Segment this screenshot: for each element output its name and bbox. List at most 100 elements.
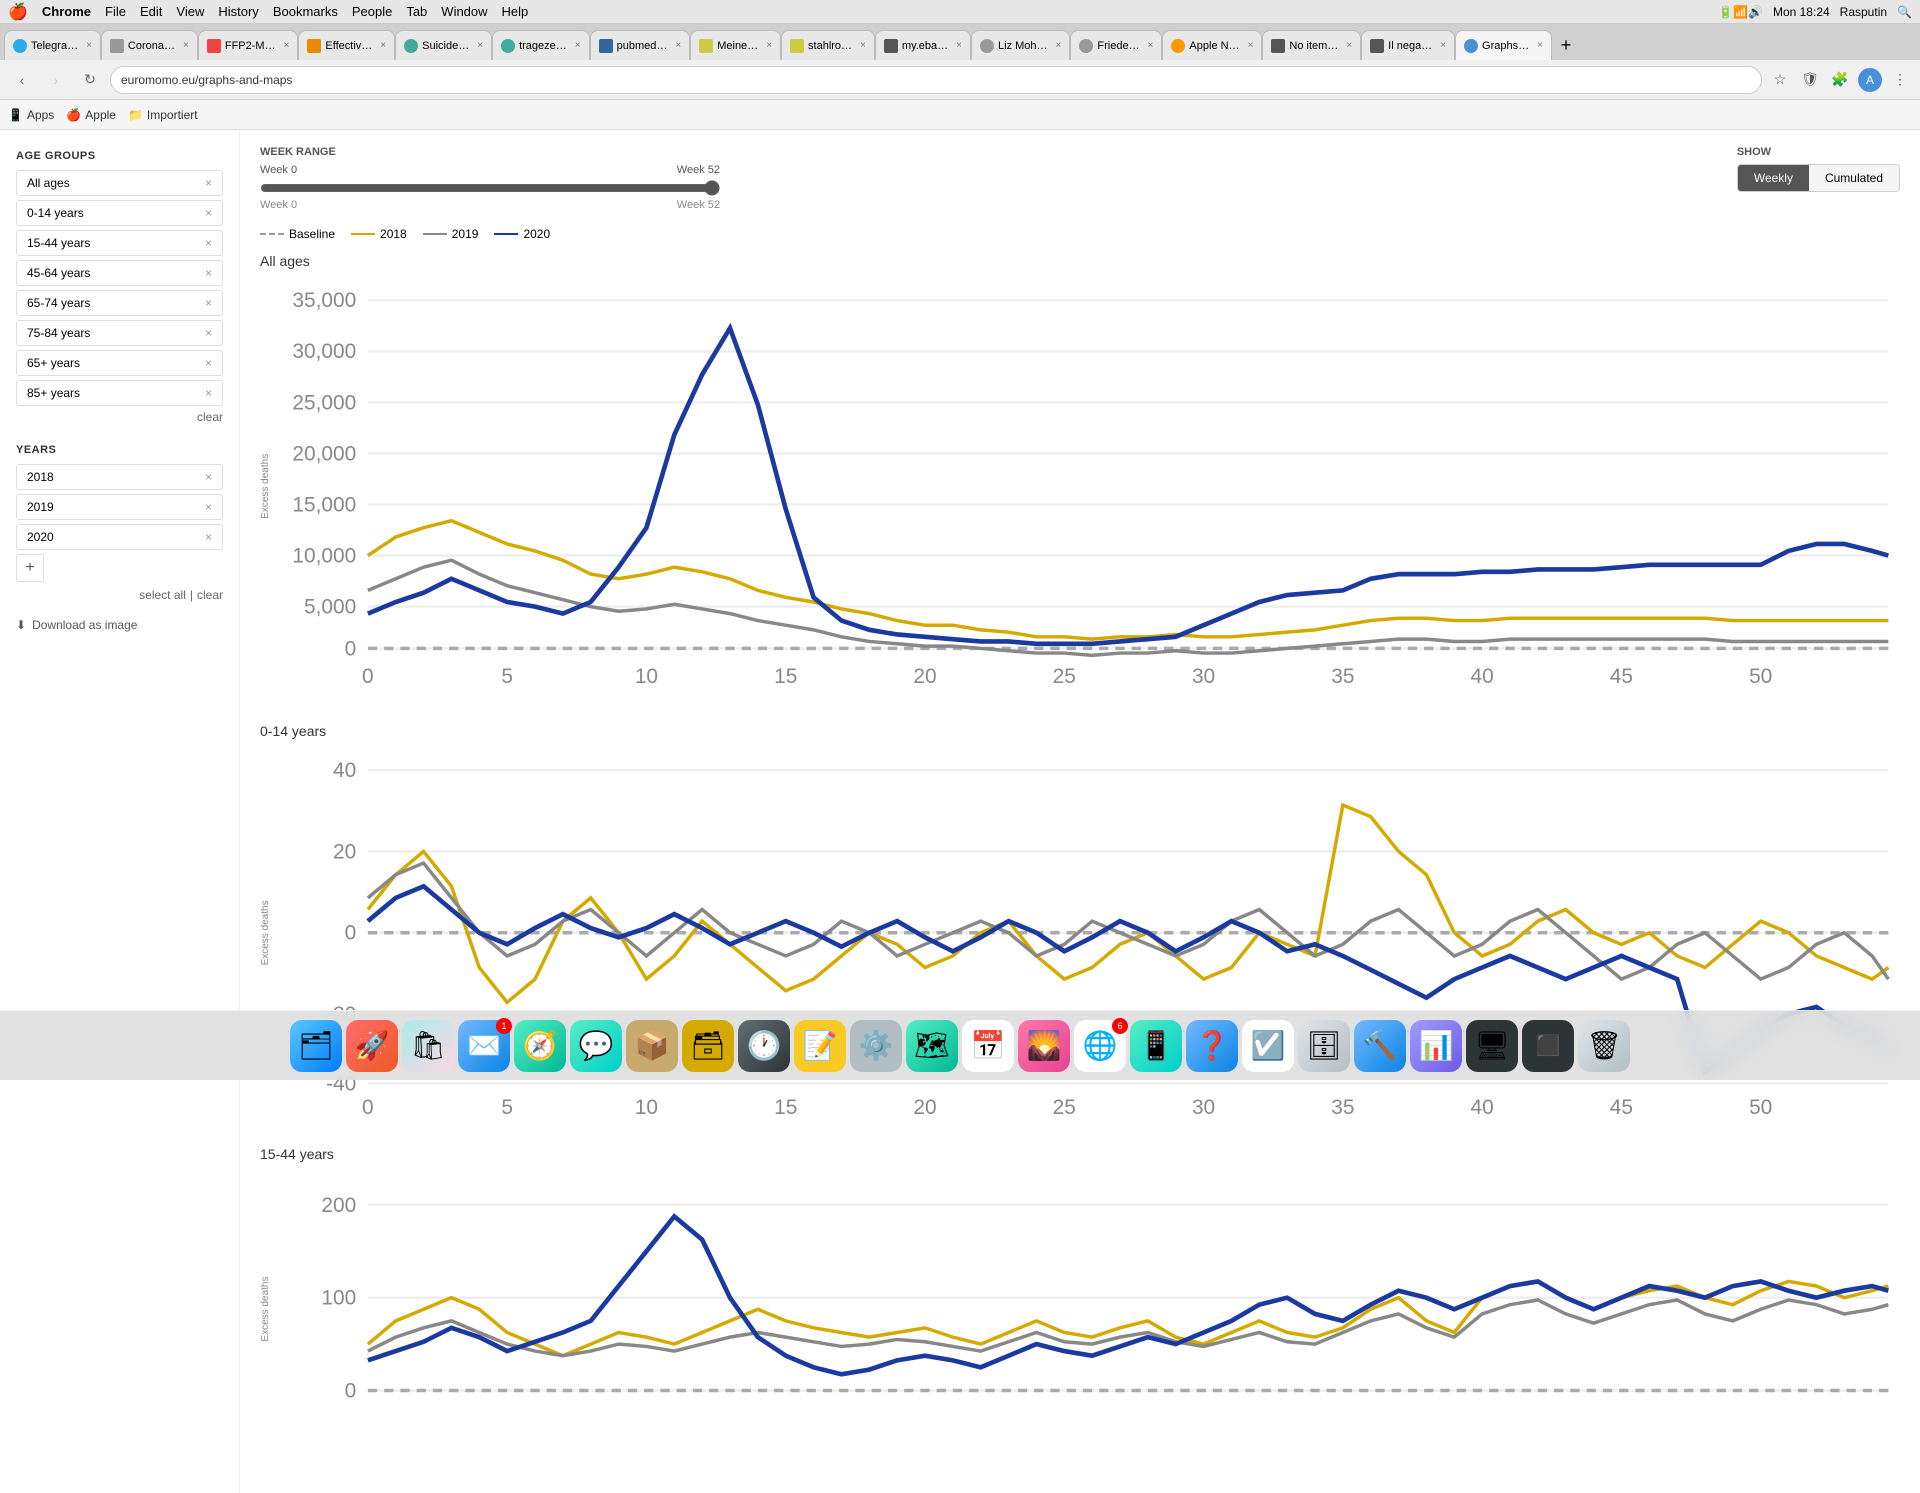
menu-file[interactable]: File (105, 4, 126, 19)
tab-t9[interactable]: stahlro…× (781, 30, 875, 60)
dock-messages[interactable]: 💬 (570, 1020, 622, 1072)
menu-edit[interactable]: Edit (140, 4, 162, 19)
tab-t11[interactable]: Liz Moh…× (971, 30, 1070, 60)
menu-history[interactable]: History (218, 4, 258, 19)
tab-t14[interactable]: No item…× (1262, 30, 1361, 60)
dock-basket[interactable]: 🗃 (682, 1020, 734, 1072)
year-2019[interactable]: 2019 × (16, 494, 223, 520)
menu-dots-icon[interactable]: ⋮ (1888, 68, 1912, 92)
dock-calendar[interactable]: 📅 (962, 1020, 1014, 1072)
menu-help[interactable]: Help (502, 4, 529, 19)
age-filter-all-ages[interactable]: All ages × (16, 170, 223, 196)
dock-help[interactable]: ❓ (1186, 1020, 1238, 1072)
search-icon[interactable]: 🔍 (1897, 5, 1912, 19)
dock-chrome[interactable]: 🌐 6 (1074, 1020, 1126, 1072)
tab-t12[interactable]: Friede…× (1070, 30, 1162, 60)
age-filter-85-plus[interactable]: 85+ years × (16, 380, 223, 406)
slider-max-label: Week 52 (677, 199, 720, 211)
age-filter-65-plus-remove[interactable]: × (205, 356, 212, 370)
profile-icon[interactable]: A (1858, 68, 1882, 92)
menu-window[interactable]: Window (441, 4, 487, 19)
toggle-cumulated[interactable]: Cumulated (1809, 165, 1899, 191)
year-2018[interactable]: 2018 × (16, 464, 223, 490)
year-2018-text: 2018 (27, 470, 54, 484)
dock-mail[interactable]: ✉️ 1 (458, 1020, 510, 1072)
years-clear-link[interactable]: clear (197, 588, 223, 602)
tab-t1[interactable]: Telegra…× (4, 30, 101, 60)
dock-screen-share[interactable]: 🖥 (1466, 1020, 1518, 1072)
dock-time-machine[interactable]: 🕐 (738, 1020, 790, 1072)
dock-reminders[interactable]: ☑️ (1242, 1020, 1294, 1072)
menu-chrome[interactable]: Chrome (42, 4, 91, 19)
dock-safari[interactable]: 🧭 (514, 1020, 566, 1072)
username: Rasputin (1840, 5, 1887, 19)
dock-launchpad[interactable]: 🚀 (346, 1020, 398, 1072)
age-filter-75-84[interactable]: 75-84 years × (16, 320, 223, 346)
age-filter-0-14-remove[interactable]: × (205, 206, 212, 220)
year-2020-remove[interactable]: × (205, 530, 212, 544)
bookmark-star-icon[interactable]: ☆ (1768, 68, 1792, 92)
select-all-link[interactable]: select all (139, 588, 186, 602)
add-year-button[interactable]: + (16, 554, 44, 582)
dock-files[interactable]: 🗄 (1298, 1020, 1350, 1072)
age-filter-65-74[interactable]: 65-74 years × (16, 290, 223, 316)
menu-people[interactable]: People (352, 4, 392, 19)
tab-t13[interactable]: Apple N…× (1162, 30, 1262, 60)
age-filter-45-64[interactable]: 45-64 years × (16, 260, 223, 286)
dock-xcode[interactable]: 🔨 (1354, 1020, 1406, 1072)
new-tab-button[interactable]: + (1552, 30, 1580, 60)
tab-t6[interactable]: trageze…× (492, 30, 590, 60)
age-filter-15-44[interactable]: 15-44 years × (16, 230, 223, 256)
year-2018-remove[interactable]: × (205, 470, 212, 484)
dock-notes[interactable]: 📝 (794, 1020, 846, 1072)
dock-maps[interactable]: 🗺 (906, 1020, 958, 1072)
tab-t4[interactable]: Effectiv…× (298, 30, 395, 60)
age-filter-85-plus-remove[interactable]: × (205, 386, 212, 400)
year-2020[interactable]: 2020 × (16, 524, 223, 550)
tab-t8[interactable]: Meine…× (690, 30, 781, 60)
extensions-icon[interactable]: 🧩 (1828, 68, 1852, 92)
tab-t5[interactable]: Suicide…× (395, 30, 492, 60)
dock-iterm[interactable]: ⬛ (1522, 1020, 1574, 1072)
reload-button[interactable]: ↻ (76, 66, 104, 94)
age-filter-all-ages-remove[interactable]: × (205, 176, 212, 190)
year-2019-remove[interactable]: × (205, 500, 212, 514)
extension-shield-icon[interactable]: 🛡 (1798, 68, 1822, 92)
dock-charts[interactable]: 📊 (1410, 1020, 1462, 1072)
tab-t2[interactable]: Corona…× (101, 30, 198, 60)
age-filter-65-plus[interactable]: 65+ years × (16, 350, 223, 376)
dock-trash[interactable]: 🗑 (1578, 1020, 1630, 1072)
back-button[interactable]: ‹ (8, 66, 36, 94)
dock-finder[interactable]: 🗂 (290, 1020, 342, 1072)
dock-archive[interactable]: 📦 (626, 1020, 678, 1072)
menu-tab[interactable]: Tab (406, 4, 427, 19)
dock-system-prefs[interactable]: ⚙️ (850, 1020, 902, 1072)
dock-chrome-badge: 6 (1112, 1018, 1128, 1034)
menu-view[interactable]: View (176, 4, 204, 19)
age-clear-link[interactable]: clear (16, 410, 223, 424)
tab-t7[interactable]: pubmed…× (590, 30, 691, 60)
dock-facetime[interactable]: 📱 (1130, 1020, 1182, 1072)
toggle-weekly[interactable]: Weekly (1738, 165, 1809, 191)
age-filter-0-14[interactable]: 0-14 years × (16, 200, 223, 226)
bookmark-apple[interactable]: 🍎 Apple (66, 108, 116, 122)
bookmark-apps[interactable]: 📱 Apps (8, 108, 54, 122)
week-range-input[interactable] (260, 180, 720, 196)
download-link[interactable]: ⬇ Download as image (16, 618, 223, 632)
menu-bar: 🍎 Chrome File Edit View History Bookmark… (0, 0, 1920, 24)
age-filter-15-44-remove[interactable]: × (205, 236, 212, 250)
age-filter-75-84-remove[interactable]: × (205, 326, 212, 340)
age-filter-45-64-remove[interactable]: × (205, 266, 212, 280)
tab-t10[interactable]: my.eba…× (875, 30, 971, 60)
tab-t15[interactable]: Il nega…× (1361, 30, 1455, 60)
bookmark-importiert[interactable]: 📁 Importiert (128, 108, 198, 122)
menu-bookmarks[interactable]: Bookmarks (273, 4, 338, 19)
apple-menu-icon[interactable]: 🍎 (8, 2, 28, 22)
tab-t3[interactable]: FFP2-M…× (198, 30, 299, 60)
age-filter-65-74-remove[interactable]: × (205, 296, 212, 310)
dock-app-store[interactable]: 🛍 (402, 1020, 454, 1072)
forward-button[interactable]: › (42, 66, 70, 94)
tab-t16[interactable]: Graphs…× (1455, 30, 1552, 60)
address-bar[interactable]: euromomo.eu/graphs-and-maps (110, 66, 1762, 94)
dock-photos[interactable]: 🌄 (1018, 1020, 1070, 1072)
